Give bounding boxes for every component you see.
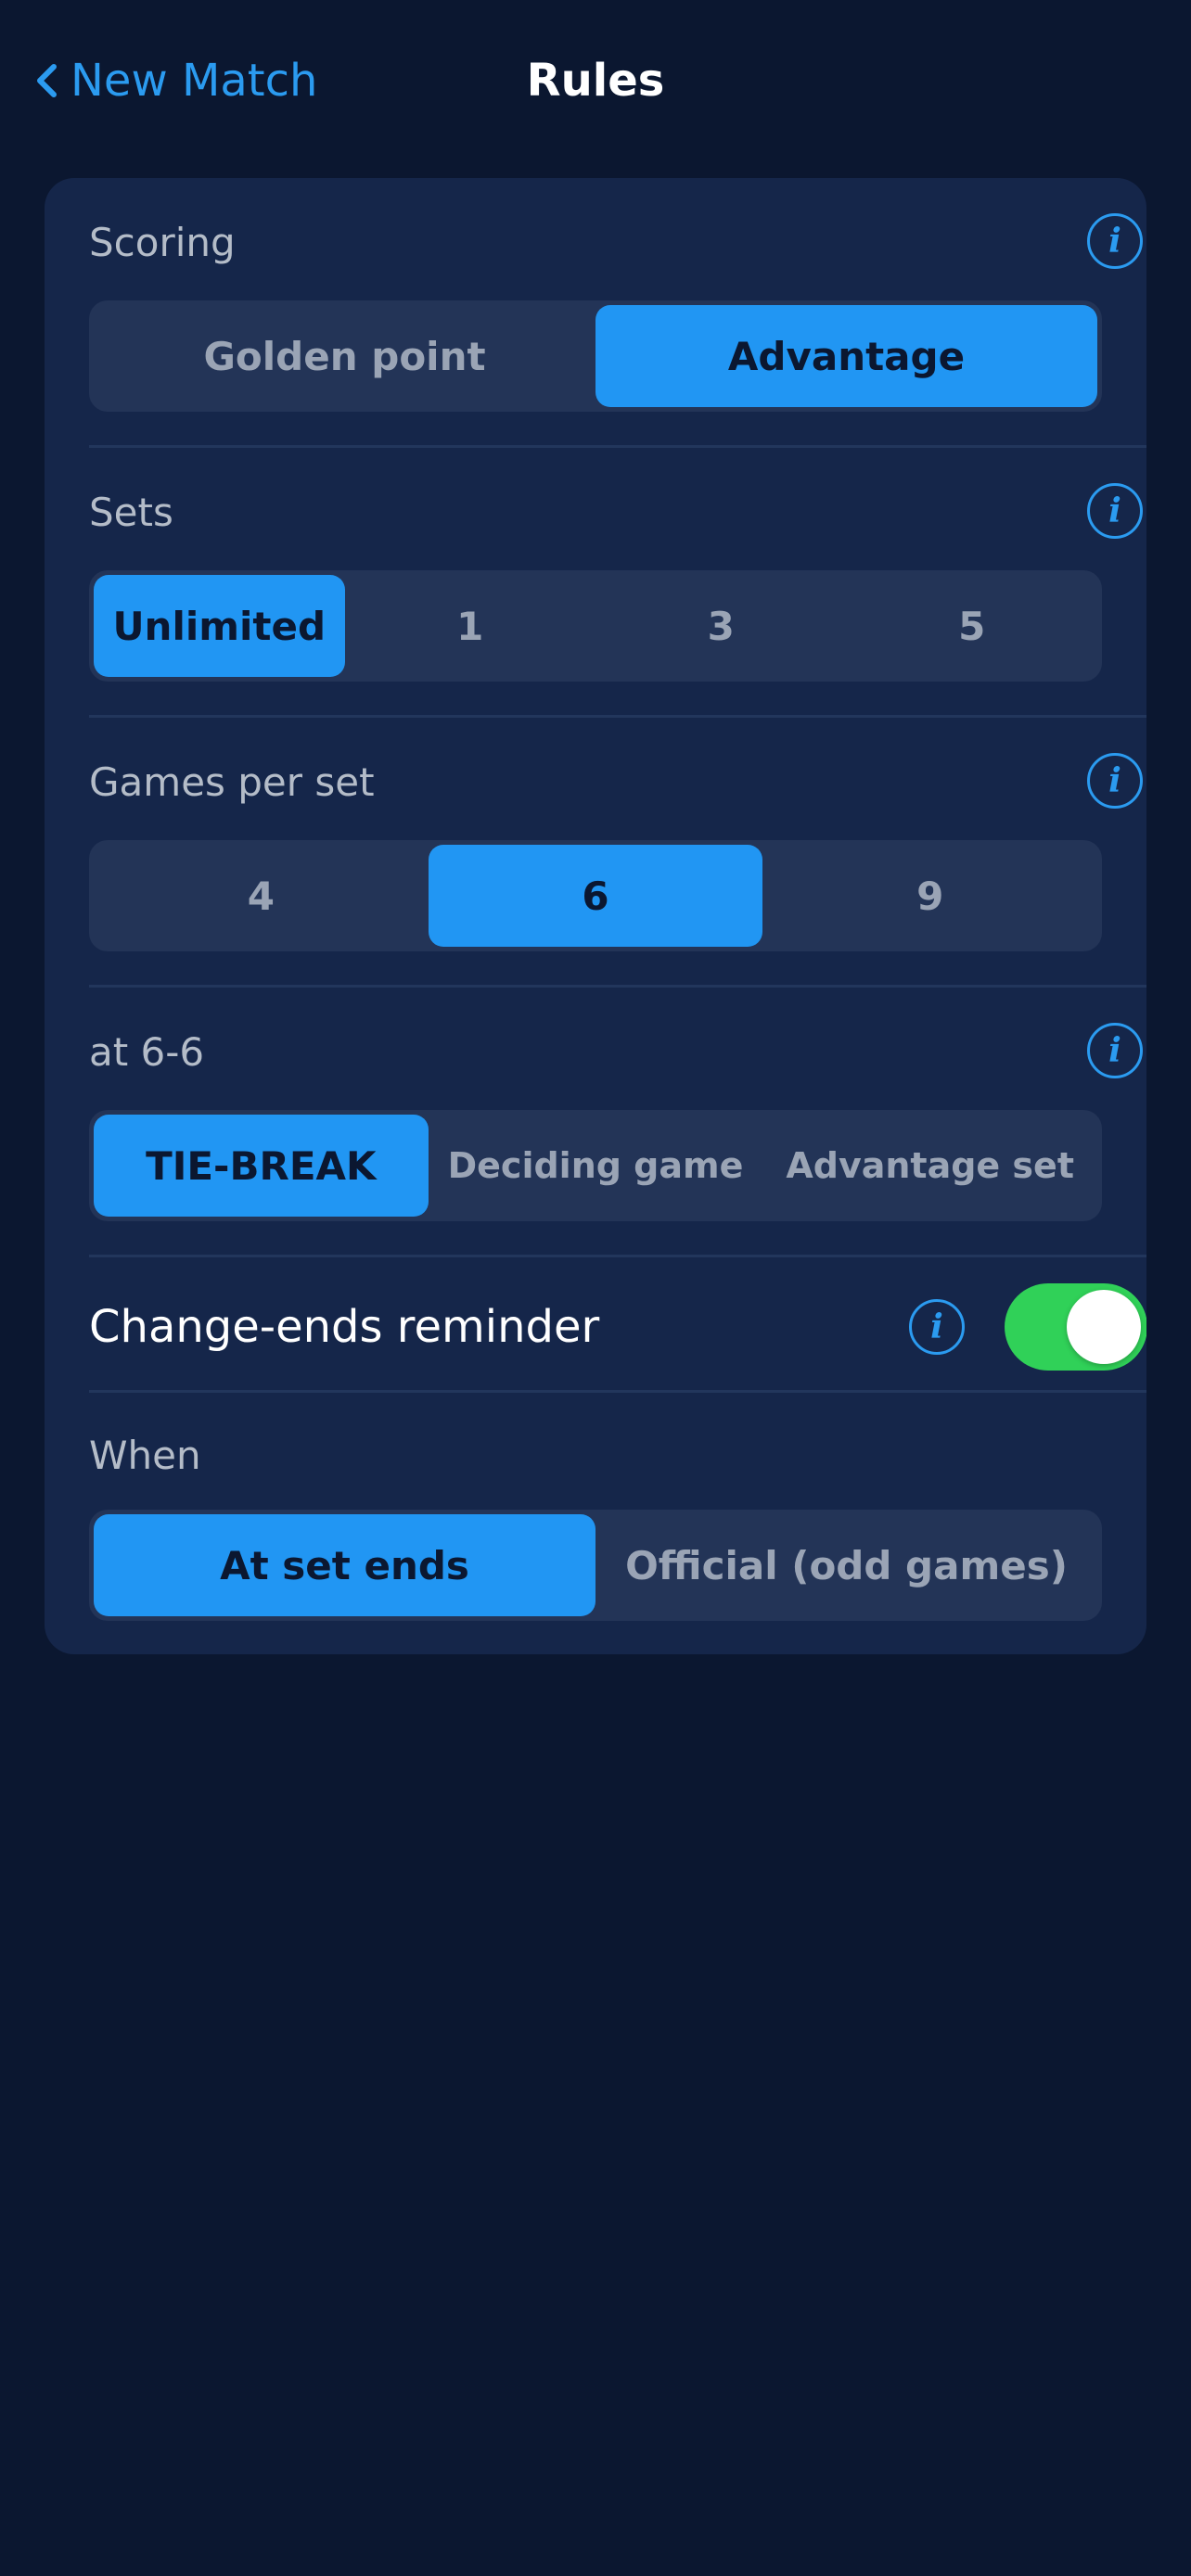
change-ends-info-icon[interactable]: i: [909, 1299, 965, 1355]
sets-info-icon[interactable]: i: [1087, 483, 1143, 539]
games-per-set-section: Games per set i 4 6 9: [89, 753, 1146, 959]
rules-card: Scoring i Golden point Advantage Sets i …: [45, 178, 1146, 1654]
tie-rule-segmented-control: TIE-BREAK Deciding game Advantage set: [89, 1110, 1102, 1221]
tie-rule-label: at 6-6: [89, 1029, 205, 1075]
tie-option-tie-break[interactable]: TIE-BREAK: [94, 1115, 429, 1217]
games-per-set-segmented-control: 4 6 9: [89, 840, 1102, 951]
when-option-official-odd-games[interactable]: Official (odd games): [596, 1514, 1097, 1616]
sets-option-1[interactable]: 1: [345, 575, 596, 677]
back-button-label: New Match: [70, 55, 318, 107]
games-option-4[interactable]: 4: [94, 845, 429, 947]
sets-option-unlimited[interactable]: Unlimited: [94, 575, 345, 677]
chevron-left-icon: [37, 64, 57, 97]
sets-segmented-control: Unlimited 1 3 5: [89, 570, 1102, 682]
divider: [89, 715, 1146, 718]
sets-section: Sets i Unlimited 1 3 5: [89, 483, 1146, 689]
scoring-option-golden-point[interactable]: Golden point: [94, 305, 596, 407]
scoring-option-advantage[interactable]: Advantage: [596, 305, 1097, 407]
divider: [89, 985, 1146, 988]
sets-option-5[interactable]: 5: [847, 575, 1098, 677]
sets-label: Sets: [89, 490, 173, 535]
when-segmented-control: At set ends Official (odd games): [89, 1510, 1102, 1621]
tie-rule-section: at 6-6 i TIE-BREAK Deciding game Advanta…: [89, 1023, 1146, 1229]
scoring-segmented-control: Golden point Advantage: [89, 300, 1102, 412]
games-per-set-info-icon[interactable]: i: [1087, 753, 1143, 809]
when-option-at-set-ends[interactable]: At set ends: [94, 1514, 596, 1616]
games-per-set-label: Games per set: [89, 759, 375, 805]
tie-option-deciding-game[interactable]: Deciding game: [429, 1115, 763, 1217]
when-section: When At set ends Official (odd games): [89, 1428, 1146, 1632]
rules-screen: New Match Rules Scoring i Golden point A…: [0, 0, 1191, 2576]
divider: [89, 1255, 1146, 1257]
change-ends-row: Change-ends reminder i: [89, 1282, 1146, 1371]
toggle-knob: [1067, 1290, 1141, 1364]
tie-option-advantage-set[interactable]: Advantage set: [762, 1115, 1097, 1217]
scoring-label: Scoring: [89, 220, 236, 265]
scoring-info-icon[interactable]: i: [1087, 213, 1143, 269]
games-option-6[interactable]: 6: [428, 845, 763, 947]
divider: [89, 1390, 1146, 1393]
tie-rule-info-icon[interactable]: i: [1087, 1023, 1143, 1078]
games-option-9[interactable]: 9: [762, 845, 1097, 947]
change-ends-toggle[interactable]: [1005, 1283, 1146, 1371]
when-label: When: [89, 1433, 201, 1478]
divider: [89, 445, 1146, 448]
back-button[interactable]: New Match: [33, 48, 317, 113]
sets-option-3[interactable]: 3: [596, 575, 847, 677]
change-ends-label: Change-ends reminder: [89, 1301, 600, 1353]
scoring-section: Scoring i Golden point Advantage: [89, 213, 1146, 419]
